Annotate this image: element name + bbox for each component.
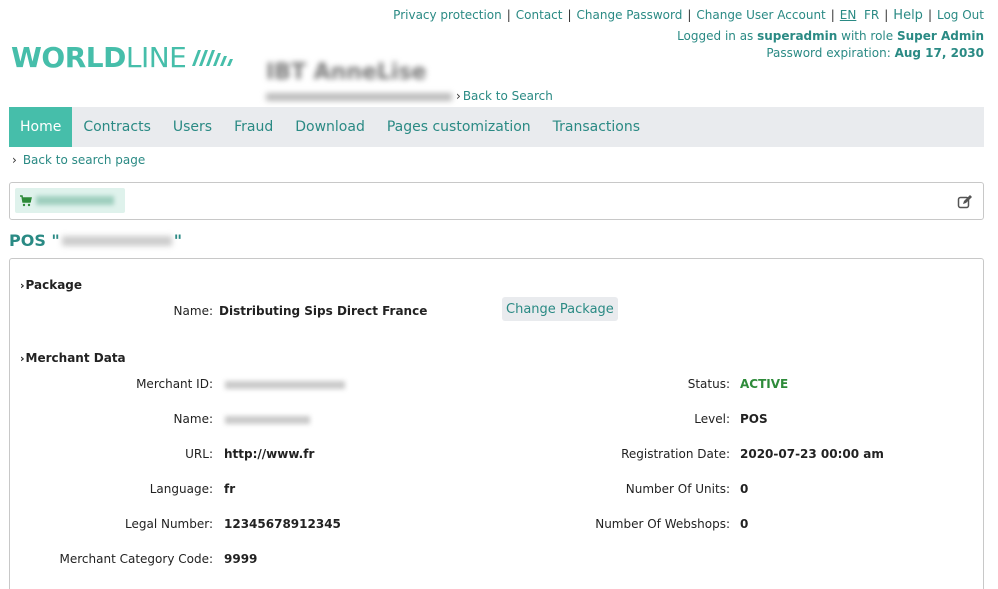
number-of-webshops-value: 0 [740,517,749,531]
entity-name: IBT AnneLise [266,60,427,85]
merchant-category-code-value: 9999 [224,552,258,566]
logo-text: WORLDLINE [11,40,187,74]
status-label: Status: [687,377,730,391]
logout-link[interactable]: Log Out [937,8,984,22]
entity-breadcrumb [9,182,984,220]
level-value: POS [740,412,768,426]
package-section-title[interactable]: ›Package [20,278,82,292]
merchant-name-redacted [225,416,310,424]
chevron-right-icon: › [12,153,17,167]
package-name-value: Distributing Sips Direct France [219,304,428,318]
legal-number-value: 12345678912345 [224,517,341,531]
nav-pages-customization[interactable]: Pages customization [376,107,542,147]
login-info: Logged in as superadmin with role Super … [677,28,984,62]
number-of-units-value: 0 [740,482,749,496]
lang-fr-link[interactable]: FR [864,8,879,22]
nav-download[interactable]: Download [284,107,376,147]
help-link[interactable]: Help [893,8,923,23]
username: superadmin [757,29,838,43]
entity-subtitle-redacted [266,93,452,101]
logged-in-line: Logged in as superadmin with role Super … [677,29,984,43]
status-badge: ACTIVE [740,377,789,391]
breadcrumb-pos-item[interactable] [15,188,125,213]
page-title: POS " " [9,231,183,250]
pos-details-panel: ›Package Name: Distributing Sips Direct … [9,258,984,589]
url-label: URL: [185,447,213,461]
privacy-link[interactable]: Privacy protection [393,8,502,22]
chevron-right-icon: › [456,89,461,103]
merchant-id-label: Merchant ID: [136,377,213,391]
password-expiration-date: Aug 17, 2030 [894,46,984,60]
contact-link[interactable]: Contact [516,8,563,22]
user-role: Super Admin [896,29,984,43]
merchant-name-label: Name: [173,412,213,426]
nav-home[interactable]: Home [9,107,73,147]
top-links: Privacy protection | Contact | Change Passwo… [393,8,984,23]
legal-number-label: Legal Number: [124,517,213,531]
number-of-units-label: Number Of Units: [625,482,730,496]
registration-date-label: Registration Date: [621,447,730,461]
change-package-button[interactable]: Change Package [502,297,618,321]
merchant-data-section-title[interactable]: ›Merchant Data [20,351,126,365]
pos-name-redacted [61,235,172,246]
nav-transactions[interactable]: Transactions [542,107,651,147]
cart-icon [20,194,32,206]
language-value: fr [224,482,236,496]
merchant-category-code-label: Merchant Category Code: [59,552,213,566]
separator: | [506,8,511,22]
separator: | [927,8,932,22]
merchant-id-redacted [225,381,345,389]
nav-fraud[interactable]: Fraud [223,107,284,147]
change-user-account-link[interactable]: Change User Account [696,8,825,22]
logo-waves-icon [192,50,234,66]
chevron-right-icon: › [20,352,25,365]
back-to-search-page-link[interactable]: › Back to search page [12,153,145,167]
nav-contracts[interactable]: Contracts [72,107,162,147]
separator: | [687,8,692,22]
chevron-right-icon: › [20,279,25,292]
back-to-search-link[interactable]: › Back to Search [456,89,553,103]
main-nav: Home Contracts Users Fraud Download Page… [9,107,984,147]
breadcrumb-label-redacted [36,196,114,205]
number-of-webshops-label: Number Of Webshops: [595,517,730,531]
lang-en-link[interactable]: EN [840,8,857,22]
language-label: Language: [149,482,213,496]
separator: | [884,8,889,22]
separator: | [567,8,572,22]
package-name-label: Name: [173,304,213,318]
level-label: Level: [694,412,730,426]
nav-users[interactable]: Users [162,107,223,147]
edit-icon[interactable] [957,194,973,210]
registration-date-value: 2020-07-23 00:00 am [740,447,884,461]
change-password-link[interactable]: Change Password [577,8,683,22]
separator: | [830,8,835,22]
password-expiration-line: Password expiration: Aug 17, 2030 [766,46,984,60]
worldline-logo: WORLDLINE [11,40,236,74]
url-value: http://www.fr [224,447,315,461]
